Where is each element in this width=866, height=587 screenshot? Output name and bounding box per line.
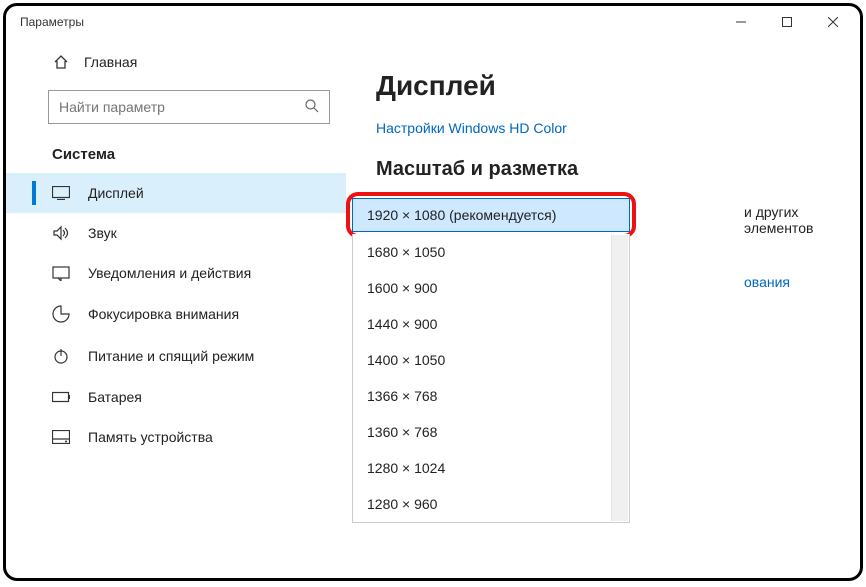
close-button[interactable] — [810, 6, 856, 38]
sidebar-item-focus[interactable]: Фокусировка внимания — [6, 293, 346, 335]
notifications-icon — [52, 265, 70, 281]
window: Параметры Главная — [3, 3, 863, 581]
storage-icon — [52, 430, 70, 444]
sidebar-item-label: Дисплей — [88, 185, 144, 201]
resolution-option[interactable]: 1366 × 768 — [353, 378, 629, 414]
app-body: Главная Система Дисплей Звук — [6, 38, 860, 578]
window-controls — [718, 6, 856, 38]
sidebar-item-battery[interactable]: Батарея — [6, 377, 346, 417]
sidebar-item-notifications[interactable]: Уведомления и действия — [6, 253, 346, 293]
resolution-option[interactable]: 1680 × 1050 — [353, 234, 629, 270]
home-label: Главная — [84, 54, 137, 70]
nav-list: Дисплей Звук Уведомления и действия Фоку… — [6, 173, 346, 457]
sidebar-item-display[interactable]: Дисплей — [6, 173, 346, 213]
home-nav[interactable]: Главная — [6, 44, 346, 80]
sidebar-item-label: Звук — [88, 225, 117, 241]
sidebar-item-label: Уведомления и действия — [88, 265, 251, 281]
close-icon — [828, 17, 838, 27]
sidebar-item-label: Фокусировка внимания — [88, 306, 239, 322]
resolution-option[interactable]: 1440 × 900 — [353, 306, 629, 342]
resolution-selected[interactable]: 1920 × 1080 (рекомендуется) — [352, 198, 630, 232]
resolution-option[interactable]: 1360 × 768 — [353, 414, 629, 450]
resolution-option[interactable]: 1600 × 900 — [353, 270, 629, 306]
battery-icon — [52, 391, 70, 403]
partial-link[interactable]: ования — [744, 274, 790, 290]
sidebar-section-title: Система — [6, 140, 346, 173]
window-title: Параметры — [20, 15, 84, 29]
sidebar-item-label: Батарея — [88, 389, 142, 405]
sidebar-item-sound[interactable]: Звук — [6, 213, 346, 253]
sound-icon — [52, 225, 70, 241]
home-icon — [52, 54, 70, 70]
maximize-icon — [782, 17, 792, 27]
resolution-dropdown: 1920 × 1080 (рекомендуется) 1680 × 1050 … — [344, 192, 630, 523]
power-icon — [52, 347, 70, 365]
focus-icon — [52, 305, 70, 323]
minimize-button[interactable] — [718, 6, 764, 38]
search-icon — [304, 98, 320, 114]
display-icon — [52, 186, 70, 200]
annotation-highlight: 1920 × 1080 (рекомендуется) — [346, 192, 636, 238]
trailing-text: и других элементов — [744, 204, 860, 236]
resolution-option[interactable]: 1400 × 1050 — [353, 342, 629, 378]
resolution-option[interactable]: 1280 × 1024 — [353, 450, 629, 486]
minimize-icon — [736, 17, 746, 27]
sidebar-item-storage[interactable]: Память устройства — [6, 417, 346, 457]
maximize-button[interactable] — [764, 6, 810, 38]
titlebar: Параметры — [6, 6, 860, 38]
sidebar-item-power[interactable]: Питание и спящий режим — [6, 335, 346, 377]
search-input[interactable] — [48, 90, 330, 124]
page-title: Дисплей — [376, 70, 836, 102]
section-title: Масштаб и разметка — [376, 158, 836, 181]
content-pane: Дисплей Настройки Windows HD Color Масшт… — [346, 38, 860, 578]
sidebar-item-label: Питание и спящий режим — [88, 348, 254, 364]
sidebar-item-label: Память устройства — [88, 429, 213, 445]
sidebar: Главная Система Дисплей Звук — [6, 38, 346, 578]
hd-color-link[interactable]: Настройки Windows HD Color — [376, 120, 836, 136]
search-wrap — [48, 90, 330, 124]
resolution-options-list: 1680 × 1050 1600 × 900 1440 × 900 1400 ×… — [352, 234, 630, 523]
resolution-option[interactable]: 1280 × 960 — [353, 486, 629, 522]
